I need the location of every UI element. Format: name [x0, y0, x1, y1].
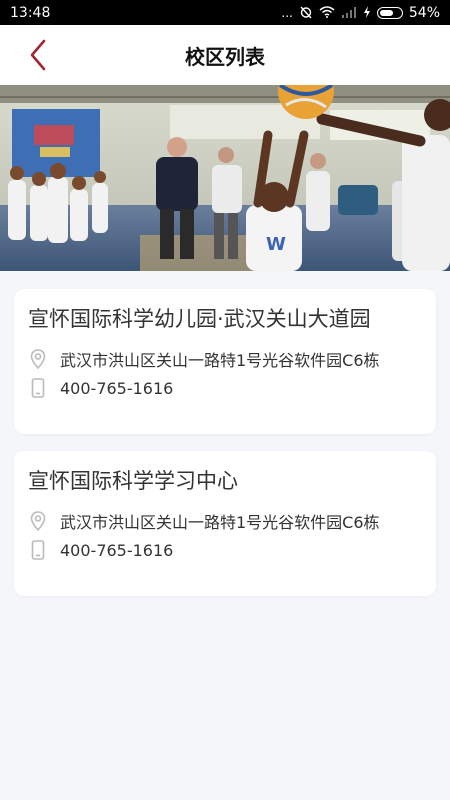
campus-phone[interactable]: 400-765-1616: [60, 379, 173, 398]
location-pin-icon: [28, 349, 48, 369]
campus-name: 宣怀国际科学幼儿园·武汉关山大道园: [28, 307, 371, 331]
status-time: 13:48: [10, 4, 51, 21]
alarm-off-icon: [299, 5, 313, 21]
svg-text:W: W: [266, 234, 286, 255]
chevron-left-icon: [30, 39, 46, 71]
page-title: 校区列表: [185, 44, 265, 69]
phone-icon: [28, 540, 48, 560]
wifi-icon: [319, 5, 335, 20]
campus-address-row: 武汉市洪山区关山一路特1号光谷软件园C6栋: [28, 347, 380, 371]
phone-icon: [28, 378, 48, 398]
banner-image: W: [0, 85, 450, 271]
campus-name: 宣怀国际科学学习中心: [28, 469, 238, 493]
back-button[interactable]: [18, 35, 58, 75]
status-icons: ... 54%: [281, 5, 440, 21]
campus-card[interactable]: 宣怀国际科学幼儿园·武汉关山大道园 武汉市洪山区关山一路特1号光谷软件园C6栋 …: [14, 289, 436, 434]
campus-address: 武汉市洪山区关山一路特1号光谷软件园C6栋: [60, 513, 380, 532]
location-pin-icon: [28, 511, 48, 531]
status-bar: 13:48 ... 54%: [0, 0, 450, 25]
campus-phone-row[interactable]: 400-765-1616: [28, 540, 173, 560]
campus-address: 武汉市洪山区关山一路特1号光谷软件园C6栋: [60, 351, 380, 370]
top-nav-bar: 校区列表: [0, 25, 450, 85]
campus-address-row: 武汉市洪山区关山一路特1号光谷软件园C6栋: [28, 509, 380, 533]
campus-phone-row[interactable]: 400-765-1616: [28, 378, 173, 398]
campus-phone[interactable]: 400-765-1616: [60, 541, 173, 560]
battery-icon: [376, 6, 403, 19]
campus-card[interactable]: 宣怀国际科学学习中心 武汉市洪山区关山一路特1号光谷软件园C6栋 400-765…: [14, 451, 436, 596]
more-dots-icon: ...: [281, 5, 293, 20]
charging-icon: [363, 5, 371, 20]
signal-icon: [341, 6, 357, 20]
battery-percent: 54%: [408, 4, 440, 21]
